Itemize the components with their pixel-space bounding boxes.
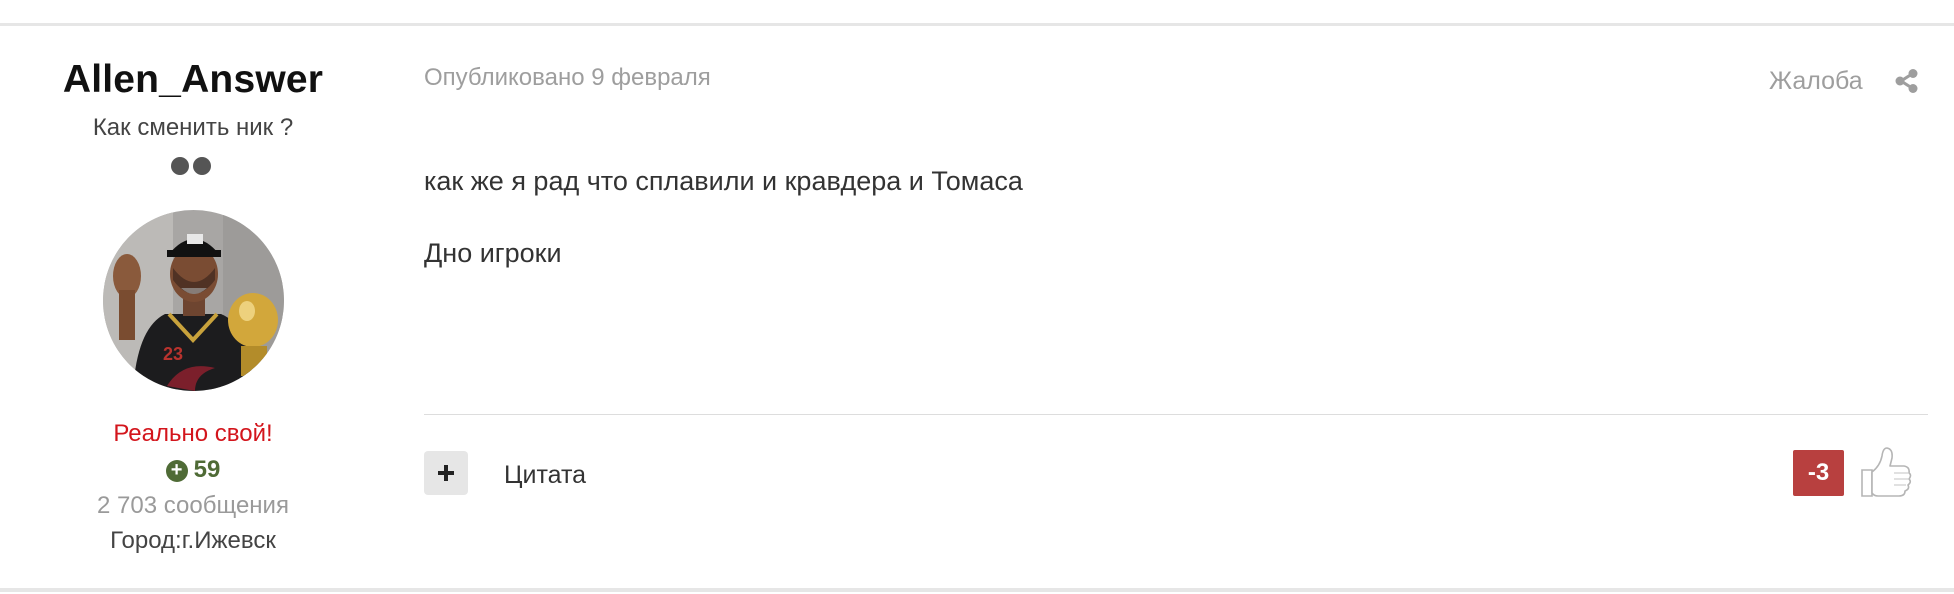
post-paragraph: как же я рад что сплавили и кравдера и Т… xyxy=(424,166,1023,196)
plus-circle-icon: + xyxy=(165,460,188,482)
thumbs-up-icon[interactable] xyxy=(1856,444,1914,500)
post-content: как же я рад что сплавили и кравдера и Т… xyxy=(424,164,1924,270)
author-panel: Allen_Answer Как сменить ник ? 23 Реальн… xyxy=(0,26,386,586)
forum-post: Allen_Answer Как сменить ник ? 23 Реальн… xyxy=(0,0,1954,594)
author-city: Город:г.Ижевск xyxy=(110,527,276,554)
post-count: 2 703 сообщения xyxy=(97,492,289,519)
quote-button[interactable]: Цитата xyxy=(504,461,586,490)
author-name[interactable]: Allen_Answer xyxy=(0,58,386,102)
post-paragraph: Дно игроки xyxy=(424,238,562,268)
reputation-badge: +59 xyxy=(0,456,386,484)
avatar[interactable]: 23 xyxy=(103,210,284,391)
member-group: Реально свой! xyxy=(113,420,273,447)
svg-text:23: 23 xyxy=(163,344,183,364)
reputation-value: 59 xyxy=(193,456,221,483)
rank-dots-icon xyxy=(171,157,215,177)
bottom-divider xyxy=(0,588,1954,592)
post-divider xyxy=(424,414,1928,415)
multiquote-button[interactable] xyxy=(424,451,468,495)
post-date[interactable]: Опубликовано 9 февраля xyxy=(424,64,711,92)
reputation-score: -3 xyxy=(1793,450,1844,496)
share-icon[interactable] xyxy=(1894,68,1920,94)
report-link[interactable]: Жалоба xyxy=(1769,67,1863,96)
author-title: Как сменить ник ? xyxy=(92,114,294,141)
